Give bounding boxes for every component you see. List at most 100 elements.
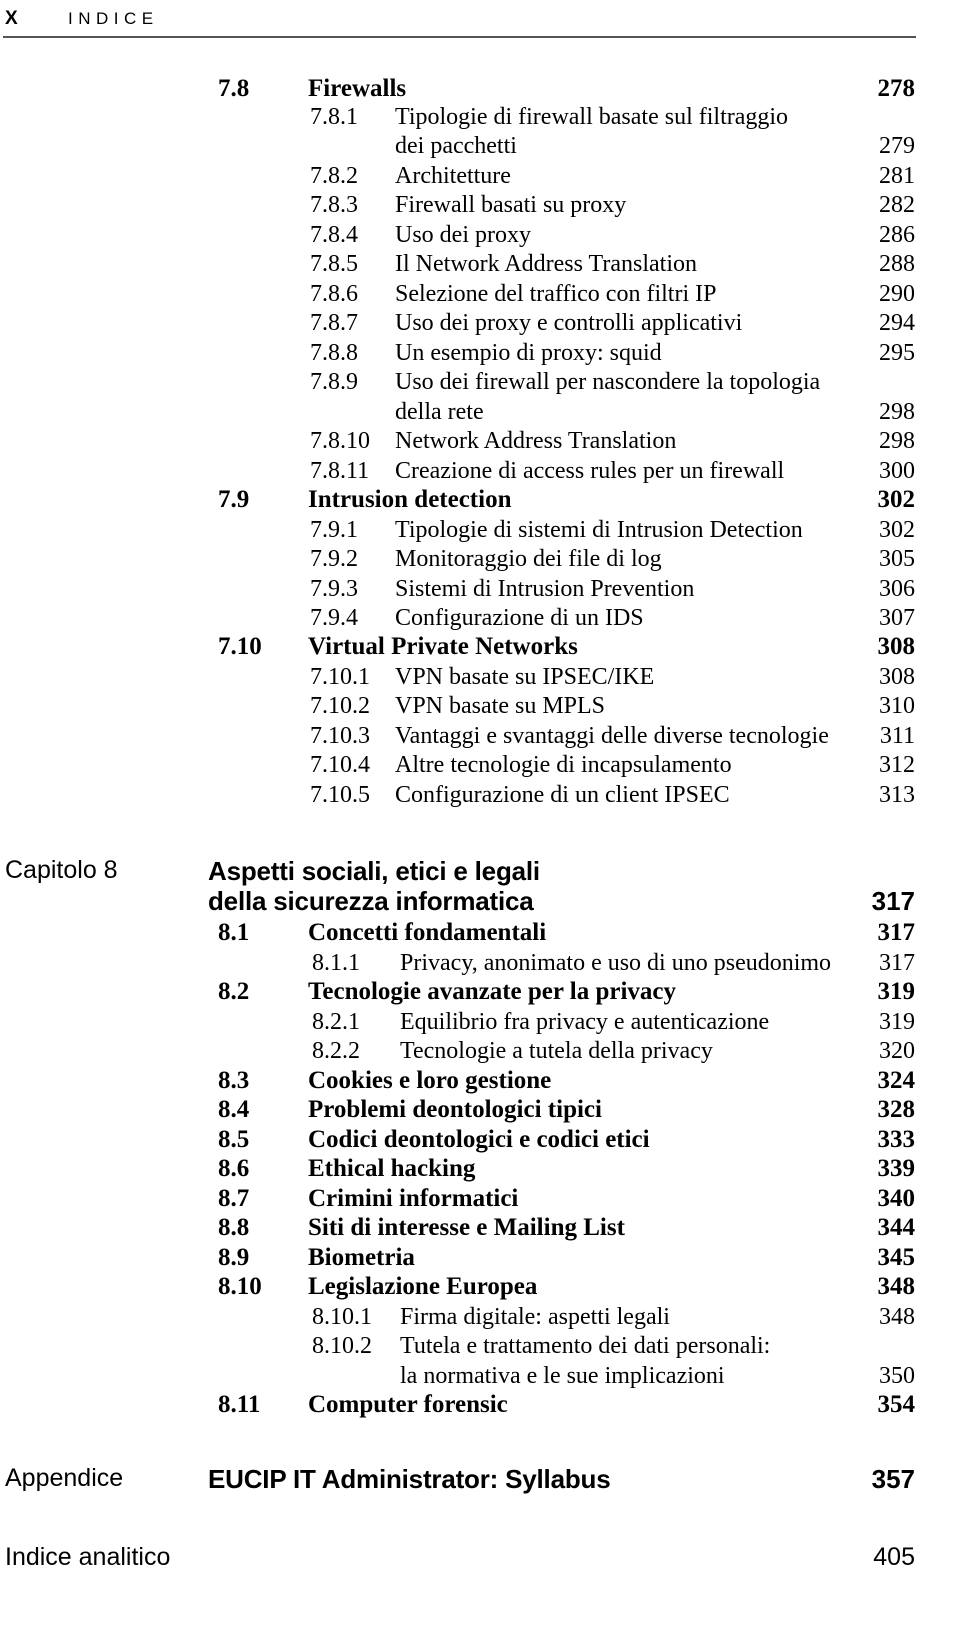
toc-entry[interactable]: 8.1 Concetti fondamentali 317 <box>0 920 960 949</box>
toc-entry-number: 7.10.1 <box>310 664 370 690</box>
toc-entry[interactable]: 7.9 Intrusion detection 302 <box>0 487 960 516</box>
toc-entry[interactable]: 8.8 Siti di interesse e Mailing List 344 <box>0 1215 960 1244</box>
toc-entry-page-number: 319 <box>879 1009 915 1035</box>
toc-entry-page-number: 300 <box>879 458 915 484</box>
analytic-index-label: Indice analitico <box>5 1543 171 1571</box>
toc-entry-number: 7.8.5 <box>310 251 358 277</box>
toc-entry-title: Vantaggi e svantaggi delle diverse tecno… <box>395 723 829 749</box>
toc-entry-title: Computer forensic <box>308 1391 508 1418</box>
toc-entry-title: Uso dei proxy <box>395 222 531 248</box>
toc-entry[interactable]: 8.10 Legislazione Europea 348 <box>0 1274 960 1303</box>
toc-entry-page-number: 348 <box>879 1304 915 1330</box>
appendix-page-number: 357 <box>871 1464 915 1494</box>
toc-entry-page-number: 324 <box>877 1067 916 1094</box>
toc-entry[interactable]: 8.11 Computer forensic 354 <box>0 1392 960 1421</box>
toc-entry[interactable]: 7.8.7 Uso dei proxy e controlli applicati… <box>0 311 960 340</box>
toc-entry[interactable]: 8.2.2 Tecnologie a tutela della privacy 32… <box>0 1039 960 1068</box>
toc-entry-number: 8.8 <box>218 1214 250 1241</box>
toc-entry[interactable]: 7.8.9 Uso dei firewall per nascondere la … <box>0 370 960 399</box>
appendix-heading[interactable]: Appendice EUCIP IT Administrator: Syllabu… <box>0 1466 960 1495</box>
toc-entry-number: 8.9 <box>218 1244 250 1271</box>
toc-entry-page-number: 298 <box>879 428 915 454</box>
toc-entry[interactable]: 7.8.6 Selezione del traffico con filtri I… <box>0 282 960 311</box>
chapter-title-line-1: Aspetti sociali, etici e legali <box>208 856 540 886</box>
toc-entry-title: Tecnologie avanzate per la privacy <box>308 978 677 1005</box>
chapter-heading-second-line[interactable]: della sicurezza informatica 317 <box>0 888 960 917</box>
toc-entry-title: Uso dei proxy e controlli applicativi <box>395 310 743 336</box>
toc-entry[interactable]: 7.9.2 Monitoraggio dei file di log 305 <box>0 547 960 576</box>
toc-entry-number: 7.8.4 <box>310 222 358 248</box>
toc-entry[interactable]: 8.5 Codici deontologici e codici etici 333 <box>0 1127 960 1156</box>
toc-entry-title: Problemi deontologici tipici <box>308 1096 602 1123</box>
toc-entry[interactable]: 7.8.2 Architetture 281 <box>0 164 960 193</box>
toc-entry-number: 7.9.2 <box>310 546 358 572</box>
toc-entry-page-number: 302 <box>879 517 915 543</box>
toc-entry-page-number: 319 <box>877 978 916 1005</box>
toc-entry-page-number: 278 <box>877 75 916 102</box>
toc-entry[interactable]: 8.1.1 Privacy, anonimato e uso di uno pse… <box>0 951 960 980</box>
toc-entry[interactable]: 7.8.10 Network Address Translation 298 <box>0 429 960 458</box>
toc-entry-title: Virtual Private Networks <box>308 633 578 660</box>
toc-entry-page-number: 279 <box>879 133 915 159</box>
toc-entry-title: la normativa e le sue implicazioni <box>400 1363 725 1389</box>
toc-entry[interactable]: 7.9.1 Tipologie di sistemi di Intrusion D… <box>0 518 960 547</box>
toc-entry[interactable]: 7.9.3 Sistemi di Intrusion Prevention 306 <box>0 577 960 606</box>
toc-entry[interactable]: 7.8.4 Uso dei proxy 286 <box>0 223 960 252</box>
toc-entry-page-number: 282 <box>879 192 915 218</box>
running-head-title: INDICE <box>68 9 159 28</box>
toc-entry[interactable]: 7.8.11 Creazione di access rules per un f… <box>0 459 960 488</box>
toc-entry[interactable]: 7.10.3 Vantaggi e svantaggi delle diverse… <box>0 724 960 753</box>
toc-entry[interactable]: 7.8.8 Un esempio di proxy: squid 295 <box>0 341 960 370</box>
toc-entry-page-number: 281 <box>879 163 915 189</box>
toc-entry-page-number: 317 <box>877 919 916 946</box>
toc-entry[interactable]: 7.9.4 Configurazione di un IDS 307 <box>0 606 960 635</box>
toc-entry[interactable]: dei pacchetti 279 <box>0 134 960 163</box>
toc-entry[interactable]: 7.8.5 Il Network Address Translation 288 <box>0 252 960 281</box>
toc-entry-title: Biometria <box>308 1244 415 1271</box>
header-rule-divider <box>3 36 916 38</box>
toc-entry[interactable]: 7.10.2 VPN basate su MPLS 310 <box>0 694 960 723</box>
toc-entry[interactable]: 7.10.1 VPN basate su IPSEC/IKE 308 <box>0 665 960 694</box>
toc-entry[interactable]: 8.6 Ethical hacking 339 <box>0 1156 960 1185</box>
toc-entry[interactable]: 7.10.5 Configurazione di un client IPSEC 3… <box>0 783 960 812</box>
toc-entry[interactable]: 7.8 Firewalls 278 <box>0 76 960 105</box>
toc-entry[interactable]: 8.2.1 Equilibrio fra privacy e autenticaz… <box>0 1010 960 1039</box>
toc-entry-title: Intrusion detection <box>308 486 512 513</box>
toc-entry-number: 7.9.3 <box>310 576 358 602</box>
toc-entry-title: Legislazione Europea <box>308 1273 538 1300</box>
toc-entry-title: Architetture <box>395 163 511 189</box>
toc-entry-title: Creazione di access rules per un firewal… <box>395 458 785 484</box>
toc-entry-page-number: 307 <box>879 605 915 631</box>
toc-entry[interactable]: 7.10 Virtual Private Networks 308 <box>0 634 960 663</box>
toc-entry-title: Privacy, anonimato e uso di uno pseudoni… <box>400 950 832 976</box>
toc-entry-page-number: 311 <box>879 723 915 749</box>
chapter-heading[interactable]: Capitolo 8 Aspetti sociali, etici e legal… <box>0 858 960 887</box>
toc-entry-number: 7.10.5 <box>310 782 370 808</box>
toc-entry[interactable]: 8.2 Tecnologie avanzate per la privacy 319 <box>0 979 960 1008</box>
analytic-index-row[interactable]: Indice analitico 405 <box>0 1545 960 1574</box>
toc-entry[interactable]: 7.10.4 Altre tecnologie di incapsulamento… <box>0 753 960 782</box>
toc-entry[interactable]: 8.10.2 Tutela e trattamento dei dati pers… <box>0 1334 960 1363</box>
toc-entry[interactable]: 8.9 Biometria 345 <box>0 1245 960 1274</box>
toc-entry-title: Crimini informatici <box>308 1185 519 1212</box>
toc-entry[interactable]: 8.7 Crimini informatici 340 <box>0 1186 960 1215</box>
toc-entry-page-number: 312 <box>879 752 915 778</box>
toc-entry-page-number: 306 <box>879 576 915 602</box>
toc-entry[interactable]: 7.8.3 Firewall basati su proxy 282 <box>0 193 960 222</box>
toc-entry-number: 8.2.1 <box>312 1009 360 1035</box>
toc-entry-title: dei pacchetti <box>395 133 517 159</box>
toc-entry-page-number: 286 <box>879 222 915 248</box>
page-folio: X <box>5 8 19 29</box>
toc-entry-number: 7.8.9 <box>310 369 358 395</box>
toc-entry[interactable]: della rete 298 <box>0 400 960 429</box>
toc-entry-title: Firma digitale: aspetti legali <box>400 1304 670 1330</box>
toc-entry-page-number: 317 <box>879 950 915 976</box>
toc-entry[interactable]: 8.3 Cookies e loro gestione 324 <box>0 1068 960 1097</box>
toc-entry-page-number: 305 <box>879 546 915 572</box>
toc-entry[interactable]: 8.10.1 Firma digitale: aspetti legali 348 <box>0 1305 960 1334</box>
appendix-title: EUCIP IT Administrator: Syllabus <box>208 1464 611 1494</box>
toc-entry-number: 7.8.10 <box>310 428 370 454</box>
toc-entry[interactable]: la normativa e le sue implicazioni 350 <box>0 1364 960 1393</box>
toc-entry[interactable]: 7.8.1 Tipologie di firewall basate sul fi… <box>0 105 960 134</box>
toc-entry[interactable]: 8.4 Problemi deontologici tipici 328 <box>0 1097 960 1126</box>
